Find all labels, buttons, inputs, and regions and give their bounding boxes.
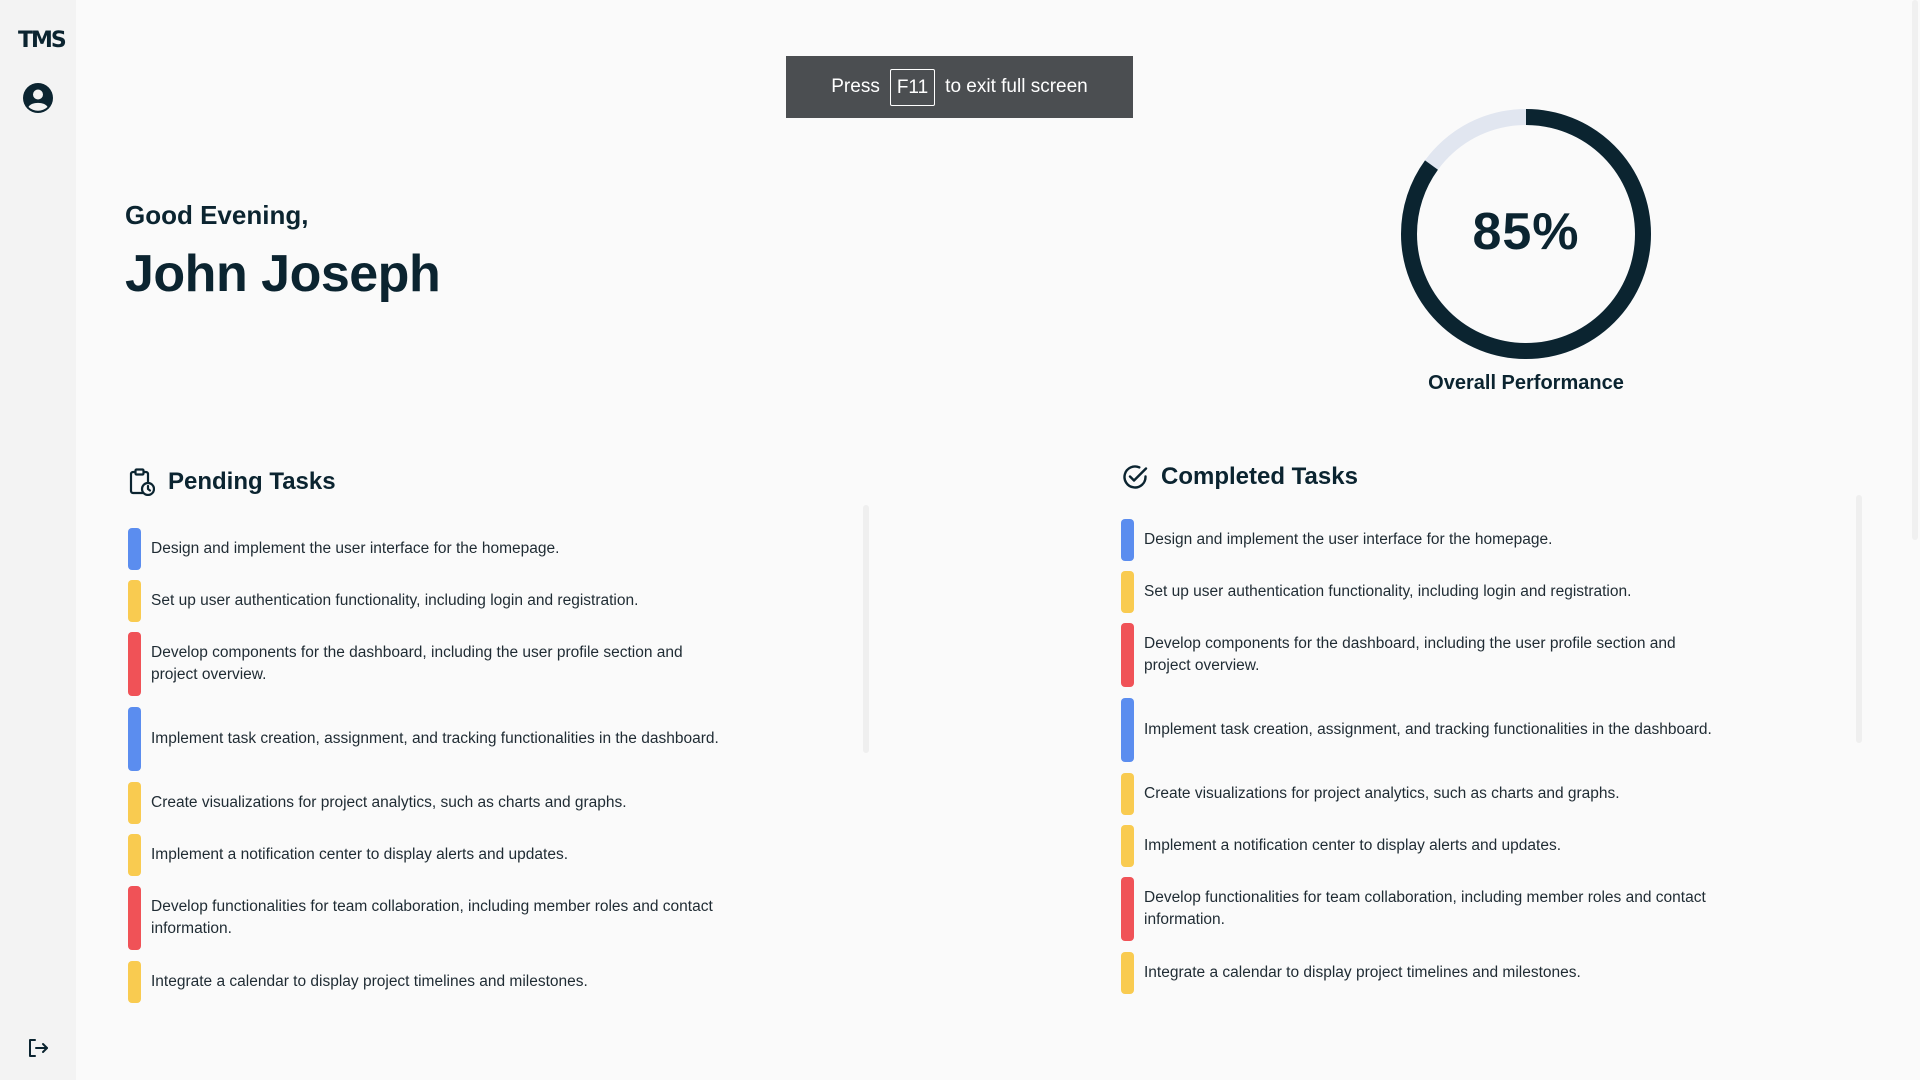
- clipboard-clock-icon: [128, 468, 156, 496]
- completed-scrollbar[interactable]: [1856, 495, 1862, 743]
- task-text: Set up user authentication functionality…: [1144, 583, 1632, 600]
- completed-tasks-header: Completed Tasks: [1121, 461, 1721, 493]
- task-priority-bar: [128, 834, 141, 876]
- task-priority-bar: [1121, 773, 1134, 815]
- task-text: Create visualizations for project analyt…: [1144, 785, 1620, 802]
- page-scrollbar[interactable]: [1912, 0, 1918, 540]
- task-priority-bar: [1121, 623, 1134, 687]
- check-circle-icon: [1121, 463, 1149, 491]
- performance-label: Overall Performance: [1428, 372, 1624, 394]
- task-text: Integrate a calendar to display project …: [151, 973, 588, 990]
- task-text: Design and implement the user interface …: [1144, 531, 1553, 548]
- pending-scrollbar[interactable]: [863, 505, 869, 753]
- pending-task-list: Design and implement the user interface …: [128, 528, 728, 1003]
- task-priority-bar: [128, 632, 141, 696]
- task-text: Develop functionalities for team collabo…: [151, 898, 713, 937]
- app-logo[interactable]: TMS: [18, 28, 67, 53]
- task-text: Integrate a calendar to display project …: [1144, 964, 1581, 981]
- task-text: Implement a notification center to displ…: [1144, 837, 1562, 854]
- task-item[interactable]: Develop functionalities for team collabo…: [128, 886, 728, 950]
- toast-key: F11: [889, 68, 936, 106]
- performance-value: 85%: [1472, 203, 1580, 261]
- task-priority-bar: [128, 580, 141, 622]
- task-priority-bar: [128, 886, 141, 950]
- task-item[interactable]: Implement a notification center to displ…: [128, 834, 728, 876]
- task-priority-bar: [1121, 519, 1134, 561]
- task-item[interactable]: Integrate a calendar to display project …: [1121, 952, 1721, 994]
- task-text: Design and implement the user interface …: [151, 540, 560, 557]
- task-text: Develop functionalities for team collabo…: [1144, 889, 1706, 928]
- task-priority-bar: [1121, 698, 1134, 762]
- fullscreen-toast: Press F11 to exit full screen: [786, 56, 1133, 118]
- task-item[interactable]: Set up user authentication functionality…: [128, 580, 728, 622]
- task-priority-bar: [1121, 952, 1134, 994]
- task-priority-bar: [1121, 825, 1134, 867]
- task-item[interactable]: Implement task creation, assignment, and…: [1121, 698, 1721, 762]
- performance-widget: 85% Overall Performance: [1386, 104, 1666, 404]
- logout-icon[interactable]: [20, 1030, 56, 1066]
- completed-tasks-title: Completed Tasks: [1161, 463, 1358, 490]
- completed-task-list: Design and implement the user interface …: [1121, 519, 1721, 994]
- app-root: TMS Press F11 to exit full screen Good E…: [0, 0, 1920, 1080]
- completed-tasks-panel: Completed Tasks Design and implement the…: [1121, 461, 1721, 1004]
- task-item[interactable]: Create visualizations for project analyt…: [128, 782, 728, 824]
- task-item[interactable]: Implement a notification center to displ…: [1121, 825, 1721, 867]
- task-priority-bar: [128, 782, 141, 824]
- task-priority-bar: [1121, 877, 1134, 941]
- pending-tasks-title: Pending Tasks: [168, 468, 336, 495]
- task-item[interactable]: Set up user authentication functionality…: [1121, 571, 1721, 613]
- task-priority-bar: [1121, 571, 1134, 613]
- task-text: Develop components for the dashboard, in…: [151, 644, 683, 683]
- sidebar: TMS: [0, 0, 76, 1080]
- greeting-text: Good Evening,: [125, 200, 309, 230]
- user-profile-icon[interactable]: [20, 80, 56, 116]
- task-text: Implement a notification center to displ…: [151, 846, 569, 863]
- task-text: Create visualizations for project analyt…: [151, 794, 627, 811]
- task-text: Implement task creation, assignment, and…: [1144, 721, 1712, 738]
- task-item[interactable]: Design and implement the user interface …: [1121, 519, 1721, 561]
- task-item[interactable]: Design and implement the user interface …: [128, 528, 728, 570]
- task-item[interactable]: Create visualizations for project analyt…: [1121, 773, 1721, 815]
- task-text: Implement task creation, assignment, and…: [151, 730, 719, 747]
- task-item[interactable]: Develop functionalities for team collabo…: [1121, 877, 1721, 941]
- task-priority-bar: [128, 707, 141, 771]
- task-item[interactable]: Develop components for the dashboard, in…: [1121, 623, 1721, 687]
- task-item[interactable]: Integrate a calendar to display project …: [128, 961, 728, 1003]
- task-item[interactable]: Implement task creation, assignment, and…: [128, 707, 728, 771]
- task-priority-bar: [128, 961, 141, 1003]
- pending-tasks-panel: Pending Tasks Design and implement the u…: [128, 466, 728, 1013]
- task-text: Set up user authentication functionality…: [151, 592, 639, 609]
- task-priority-bar: [128, 528, 141, 570]
- task-item[interactable]: Develop components for the dashboard, in…: [128, 632, 728, 696]
- toast-suffix: to exit full screen: [945, 76, 1088, 97]
- pending-tasks-header: Pending Tasks: [128, 466, 728, 498]
- task-text: Develop components for the dashboard, in…: [1144, 635, 1676, 674]
- toast-prefix: Press: [831, 76, 880, 97]
- user-name: John Joseph: [125, 245, 441, 303]
